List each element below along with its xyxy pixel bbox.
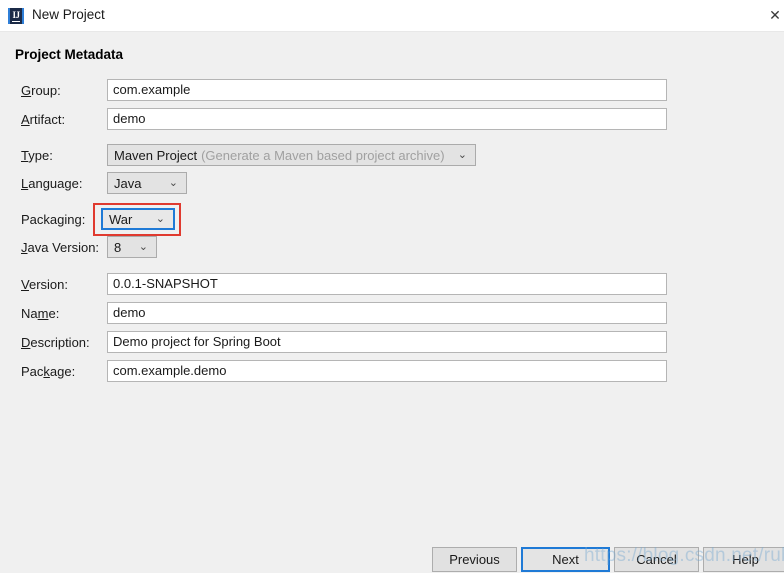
package-input[interactable]: com.example.demo: [107, 360, 667, 382]
new-project-dialog: IJ New Project ✕ Project Metadata Group:…: [0, 0, 784, 573]
type-combo[interactable]: Maven Project (Generate a Maven based pr…: [107, 144, 476, 166]
mnemonic-version: V: [21, 277, 29, 292]
description-input[interactable]: Demo project for Spring Boot: [107, 331, 667, 353]
type-combo-value: Maven Project: [108, 148, 197, 163]
help-button[interactable]: Help: [703, 547, 784, 572]
label-artifact-rest: rtifact:: [30, 112, 65, 127]
cancel-button[interactable]: Cancel: [614, 547, 699, 572]
label-group-rest: roup:: [31, 83, 61, 98]
mnemonic-description: D: [21, 335, 30, 350]
label-language-rest: anguage:: [28, 176, 82, 191]
chevron-down-icon: ⌄: [148, 214, 173, 225]
packaging-combo-value: War: [103, 212, 132, 227]
language-combo[interactable]: Java ⌄: [107, 172, 187, 194]
page-title: Project Metadata: [15, 47, 123, 62]
label-description: Description:: [21, 335, 90, 351]
label-java-version: Java Version:: [21, 240, 99, 256]
label-type-rest: ype:: [28, 148, 53, 163]
title-bar: IJ New Project ✕: [0, 0, 784, 32]
name-input[interactable]: demo: [107, 302, 667, 324]
label-package-pre: Pac: [21, 364, 43, 379]
label-package-rest: age:: [50, 364, 75, 379]
label-group: Group:: [21, 83, 61, 99]
chevron-down-icon: ⌄: [131, 242, 156, 253]
label-packaging-rest: ing:: [64, 212, 85, 227]
chevron-down-icon: ⌄: [161, 178, 186, 189]
label-packaging-pre: Packa: [21, 212, 57, 227]
type-combo-hint: (Generate a Maven based project archive): [197, 148, 450, 163]
close-icon[interactable]: ✕: [760, 4, 784, 26]
mnemonic-artifact: A: [21, 112, 30, 127]
java-version-combo-value: 8: [108, 240, 121, 255]
version-input[interactable]: 0.0.1-SNAPSHOT: [107, 273, 667, 295]
label-description-rest: escription:: [30, 335, 89, 350]
label-package: Package:: [21, 364, 75, 380]
label-artifact: Artifact:: [21, 112, 65, 128]
label-version-rest: ersion:: [29, 277, 68, 292]
mnemonic-name: m: [38, 306, 49, 321]
next-button[interactable]: Next: [521, 547, 610, 572]
label-type: Type:: [21, 148, 53, 164]
java-version-combo[interactable]: 8 ⌄: [107, 236, 157, 258]
label-name-rest: e:: [48, 306, 59, 321]
app-icon-text: IJ: [12, 11, 19, 22]
label-version: Version:: [21, 277, 68, 293]
label-java-version-rest: ava Version:: [28, 240, 100, 255]
group-input[interactable]: com.example: [107, 79, 667, 101]
chevron-down-icon: ⌄: [450, 150, 475, 161]
label-name: Name:: [21, 306, 59, 322]
window-title: New Project: [32, 7, 105, 22]
packaging-combo[interactable]: War ⌄: [101, 208, 175, 230]
mnemonic-group: G: [21, 83, 31, 98]
label-language: Language:: [21, 176, 82, 192]
language-combo-value: Java: [108, 176, 141, 191]
previous-button[interactable]: Previous: [432, 547, 517, 572]
intellij-idea-icon: IJ: [8, 8, 24, 24]
label-packaging: Packaging:: [21, 212, 85, 228]
artifact-input[interactable]: demo: [107, 108, 667, 130]
label-name-pre: Na: [21, 306, 38, 321]
